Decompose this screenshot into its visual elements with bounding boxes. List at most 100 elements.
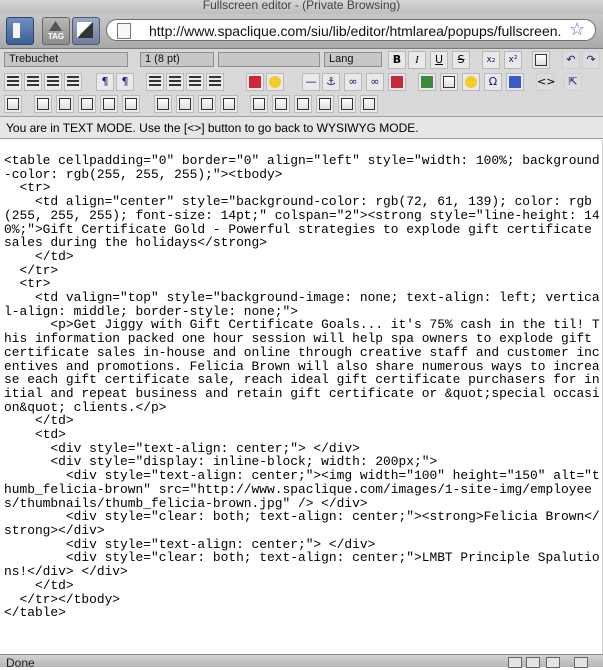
row-properties-icon xyxy=(37,98,49,110)
html-source-editor[interactable]: <table cellpadding="0" border="0" align=… xyxy=(0,140,603,654)
toolbar-row-3 xyxy=(0,93,603,115)
html-source-text[interactable]: <table cellpadding="0" border="0" align=… xyxy=(0,140,603,620)
col-delete-button[interactable] xyxy=(198,95,216,113)
bold-button[interactable]: B xyxy=(388,51,406,69)
table-properties-icon xyxy=(7,98,19,110)
forecolor-button[interactable] xyxy=(246,73,264,91)
mail-icon[interactable] xyxy=(546,657,560,668)
col-insert-after-button[interactable] xyxy=(176,95,194,113)
rtl-button[interactable]: ¶ xyxy=(116,73,134,91)
row-split-button[interactable] xyxy=(122,95,140,113)
cell-properties-button[interactable] xyxy=(250,95,268,113)
font-size-select[interactable]: 1 (8 pt) xyxy=(140,52,214,67)
nolink-icon xyxy=(391,76,403,88)
justify-right-button[interactable] xyxy=(44,73,62,91)
ordered-list-button[interactable] xyxy=(146,73,164,91)
indent-icon xyxy=(209,76,221,88)
align-justify-icon xyxy=(67,76,79,88)
address-bar[interactable]: http://www.spaclique.com/siu/lib/editor/… xyxy=(106,19,596,41)
browser-toolbar: TAG http://www.spaclique.com/siu/lib/edi… xyxy=(0,14,603,49)
resize-grip-icon[interactable] xyxy=(574,657,588,668)
html-mode-button[interactable]: <> xyxy=(536,73,555,91)
cell-split-button[interactable] xyxy=(360,95,378,113)
word-icon xyxy=(535,54,547,66)
insert-table-button[interactable] xyxy=(440,73,458,91)
page-icon xyxy=(117,23,131,39)
sidebar-icon[interactable] xyxy=(6,17,34,45)
fullscreen-button[interactable]: ⇱ xyxy=(564,73,582,91)
row-insert-under-button[interactable] xyxy=(78,95,96,113)
paste-word-button[interactable] xyxy=(532,51,550,69)
tag-icon[interactable]: TAG xyxy=(42,17,70,45)
window-title: Fullscreen editor - (Private Browsing) xyxy=(0,0,603,14)
cell-insert-after-button[interactable] xyxy=(294,95,312,113)
bookmark-star-icon[interactable]: ☆ xyxy=(569,19,585,40)
row-insert-above-button[interactable] xyxy=(56,95,74,113)
redo-button[interactable]: ↷ xyxy=(582,51,600,69)
italic-button[interactable]: I xyxy=(408,51,426,69)
private-browsing-icon[interactable] xyxy=(72,17,100,45)
toolbar-row-1: Trebuchet 1 (8 pt) Lang B I U S x₂ x² ↶ … xyxy=(0,49,603,71)
block-format-select[interactable] xyxy=(218,52,320,67)
cell-insert-after-icon xyxy=(297,98,309,110)
justify-full-button[interactable] xyxy=(64,73,82,91)
justify-center-button[interactable] xyxy=(24,73,42,91)
col-split-button[interactable] xyxy=(220,95,238,113)
font-family-select[interactable]: Trebuchet xyxy=(4,52,128,67)
hilitecolor-button[interactable] xyxy=(266,73,284,91)
outdent-button[interactable] xyxy=(186,73,204,91)
spellcheck-button[interactable] xyxy=(506,73,524,91)
create-link-button[interactable]: ∞ xyxy=(344,73,362,91)
status-text: Done xyxy=(6,656,35,670)
insert-image-button[interactable] xyxy=(418,73,436,91)
editor-toolbar: Trebuchet 1 (8 pt) Lang B I U S x₂ x² ↶ … xyxy=(0,49,603,117)
ordered-list-icon xyxy=(149,76,161,88)
indent-button[interactable] xyxy=(206,73,224,91)
sidebar-toggle-icon[interactable] xyxy=(508,657,522,668)
insert-char-button[interactable]: Ω xyxy=(484,73,502,91)
cell-split-icon xyxy=(363,98,375,110)
unlink-button[interactable]: ∞ xyxy=(366,73,384,91)
url-text[interactable]: http://www.spaclique.com/siu/lib/editor/… xyxy=(149,23,561,39)
highlight-icon xyxy=(269,76,281,88)
page-info-icon[interactable] xyxy=(526,657,540,668)
col-insert-after-icon xyxy=(179,98,191,110)
browser-statusbar: Done xyxy=(0,654,603,670)
mode-message: You are in TEXT MODE. Use the [<>] butto… xyxy=(0,117,603,139)
cell-delete-button[interactable] xyxy=(316,95,334,113)
text-color-icon xyxy=(249,76,261,88)
cell-insert-before-button[interactable] xyxy=(272,95,290,113)
cell-properties-icon xyxy=(253,98,265,110)
unordered-list-icon xyxy=(169,76,181,88)
ltr-button[interactable]: ¶ xyxy=(96,73,114,91)
anchor-button[interactable]: ⚓ xyxy=(322,73,340,91)
superscript-button[interactable]: x² xyxy=(504,51,522,69)
row-insert-under-icon xyxy=(81,98,93,110)
row-delete-button[interactable] xyxy=(100,95,118,113)
unordered-list-button[interactable] xyxy=(166,73,184,91)
table-icon xyxy=(443,76,455,88)
cell-merge-icon xyxy=(341,98,353,110)
cell-merge-button[interactable] xyxy=(338,95,356,113)
strikethrough-button[interactable]: S xyxy=(452,51,470,69)
outdent-icon xyxy=(189,76,201,88)
row-properties-button[interactable] xyxy=(34,95,52,113)
horizontal-rule-button[interactable]: — xyxy=(302,73,320,91)
col-split-icon xyxy=(223,98,235,110)
justify-left-button[interactable] xyxy=(4,73,22,91)
col-insert-before-icon xyxy=(157,98,169,110)
image-icon xyxy=(421,76,433,88)
nolink-button[interactable] xyxy=(388,73,406,91)
row-split-icon xyxy=(125,98,137,110)
undo-button[interactable]: ↶ xyxy=(562,51,580,69)
cell-delete-icon xyxy=(319,98,331,110)
language-select[interactable]: Lang xyxy=(324,52,382,67)
subscript-button[interactable]: x₂ xyxy=(482,51,500,69)
spellcheck-icon xyxy=(509,76,521,88)
underline-button[interactable]: U xyxy=(430,51,448,69)
insert-smiley-button[interactable] xyxy=(462,73,480,91)
col-delete-icon xyxy=(201,98,213,110)
col-insert-before-button[interactable] xyxy=(154,95,172,113)
align-left-icon xyxy=(7,76,19,88)
table-properties-button[interactable] xyxy=(4,95,22,113)
